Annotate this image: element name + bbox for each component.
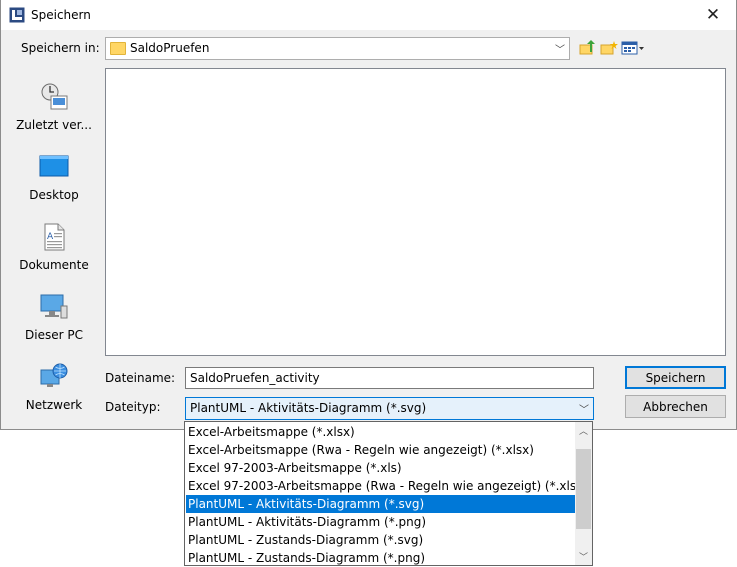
dropdown-scrollbar[interactable]: ︿ ﹀ xyxy=(575,422,592,565)
place-documents-label: Dokumente xyxy=(19,258,89,272)
close-icon: ✕ xyxy=(705,5,721,25)
view-menu-icon[interactable] xyxy=(621,40,645,56)
recent-icon xyxy=(41,83,68,110)
place-documents[interactable]: A Dokumente xyxy=(9,222,99,282)
filetype-option[interactable]: PlantUML - Zustands-Diagramm (*.svg) xyxy=(186,531,577,549)
folder-up-icon[interactable] xyxy=(579,40,597,56)
place-recent-label: Zuletzt ver... xyxy=(16,118,92,132)
close-button[interactable]: ✕ xyxy=(690,0,736,30)
place-this-pc-label: Dieser PC xyxy=(25,328,83,342)
filetype-option[interactable]: Excel-Arbeitsmappe (Rwa - Regeln wie ang… xyxy=(186,441,577,459)
filetype-label: Dateityp: xyxy=(105,400,161,414)
app-icon xyxy=(9,7,25,23)
new-folder-icon[interactable] xyxy=(600,40,618,56)
scroll-up-icon[interactable]: ︿ xyxy=(575,422,592,439)
cancel-button[interactable]: Abbrechen xyxy=(625,395,726,418)
save-in-value: SaldoPruefen xyxy=(130,41,210,55)
save-button[interactable]: Speichern xyxy=(625,366,726,389)
folder-icon xyxy=(110,42,126,55)
place-desktop-label: Desktop xyxy=(29,188,79,202)
save-in-combo[interactable]: SaldoPruefen ﹀ xyxy=(105,37,570,60)
filetype-option[interactable]: Excel-Arbeitsmappe (*.xlsx) xyxy=(186,423,577,441)
scroll-down-icon[interactable]: ﹀ xyxy=(575,548,592,565)
filetype-option-selected[interactable]: PlantUML - Aktivitäts-Diagramm (*.svg) xyxy=(186,495,577,513)
save-in-label: Speichern in: xyxy=(21,41,100,55)
save-dialog: Speichern ✕ Speichern in: SaldoPruefen ﹀ xyxy=(0,0,737,430)
place-this-pc[interactable]: Dieser PC xyxy=(9,292,99,352)
network-icon xyxy=(40,363,68,387)
chevron-down-icon: ﹀ xyxy=(555,45,565,56)
filetype-option[interactable]: PlantUML - Zustands-Diagramm (*.png) xyxy=(186,549,577,567)
place-network-label: Netzwerk xyxy=(25,398,83,412)
file-list[interactable] xyxy=(105,68,726,356)
chevron-down-icon: ﹀ xyxy=(579,405,589,416)
filetype-value: PlantUML - Aktivitäts-Diagramm (*.svg) xyxy=(190,401,427,415)
desktop-icon xyxy=(39,155,69,177)
filetype-option[interactable]: PlantUML - Aktivitäts-Diagramm (*.png) xyxy=(186,513,577,531)
filename-input[interactable]: SaldoPruefen_activity xyxy=(185,367,594,389)
svg-text:A: A xyxy=(47,232,54,242)
filename-value: SaldoPruefen_activity xyxy=(190,371,320,385)
place-network[interactable]: Netzwerk xyxy=(9,362,99,422)
computer-icon xyxy=(40,294,68,319)
places-bar: Zuletzt ver... Desktop A Dokumente Diese… xyxy=(9,68,99,424)
documents-icon: A xyxy=(44,223,65,251)
title-bar: Speichern ✕ xyxy=(1,0,736,30)
place-desktop[interactable]: Desktop xyxy=(9,154,99,214)
scrollbar-thumb[interactable] xyxy=(576,449,591,529)
filetype-option[interactable]: Excel 97-2003-Arbeitsmappe (Rwa - Regeln… xyxy=(186,477,581,495)
place-recent[interactable]: Zuletzt ver... xyxy=(9,82,99,142)
filetype-combo[interactable]: PlantUML - Aktivitäts-Diagramm (*.svg) ﹀ xyxy=(185,397,594,420)
window-title: Speichern xyxy=(31,8,91,22)
filetype-option[interactable]: Excel 97-2003-Arbeitsmappe (*.xls) xyxy=(186,459,577,477)
filetype-dropdown-list: Excel-Arbeitsmappe (*.xlsx) Excel-Arbeit… xyxy=(184,421,593,566)
filename-label: Dateiname: xyxy=(105,371,176,385)
